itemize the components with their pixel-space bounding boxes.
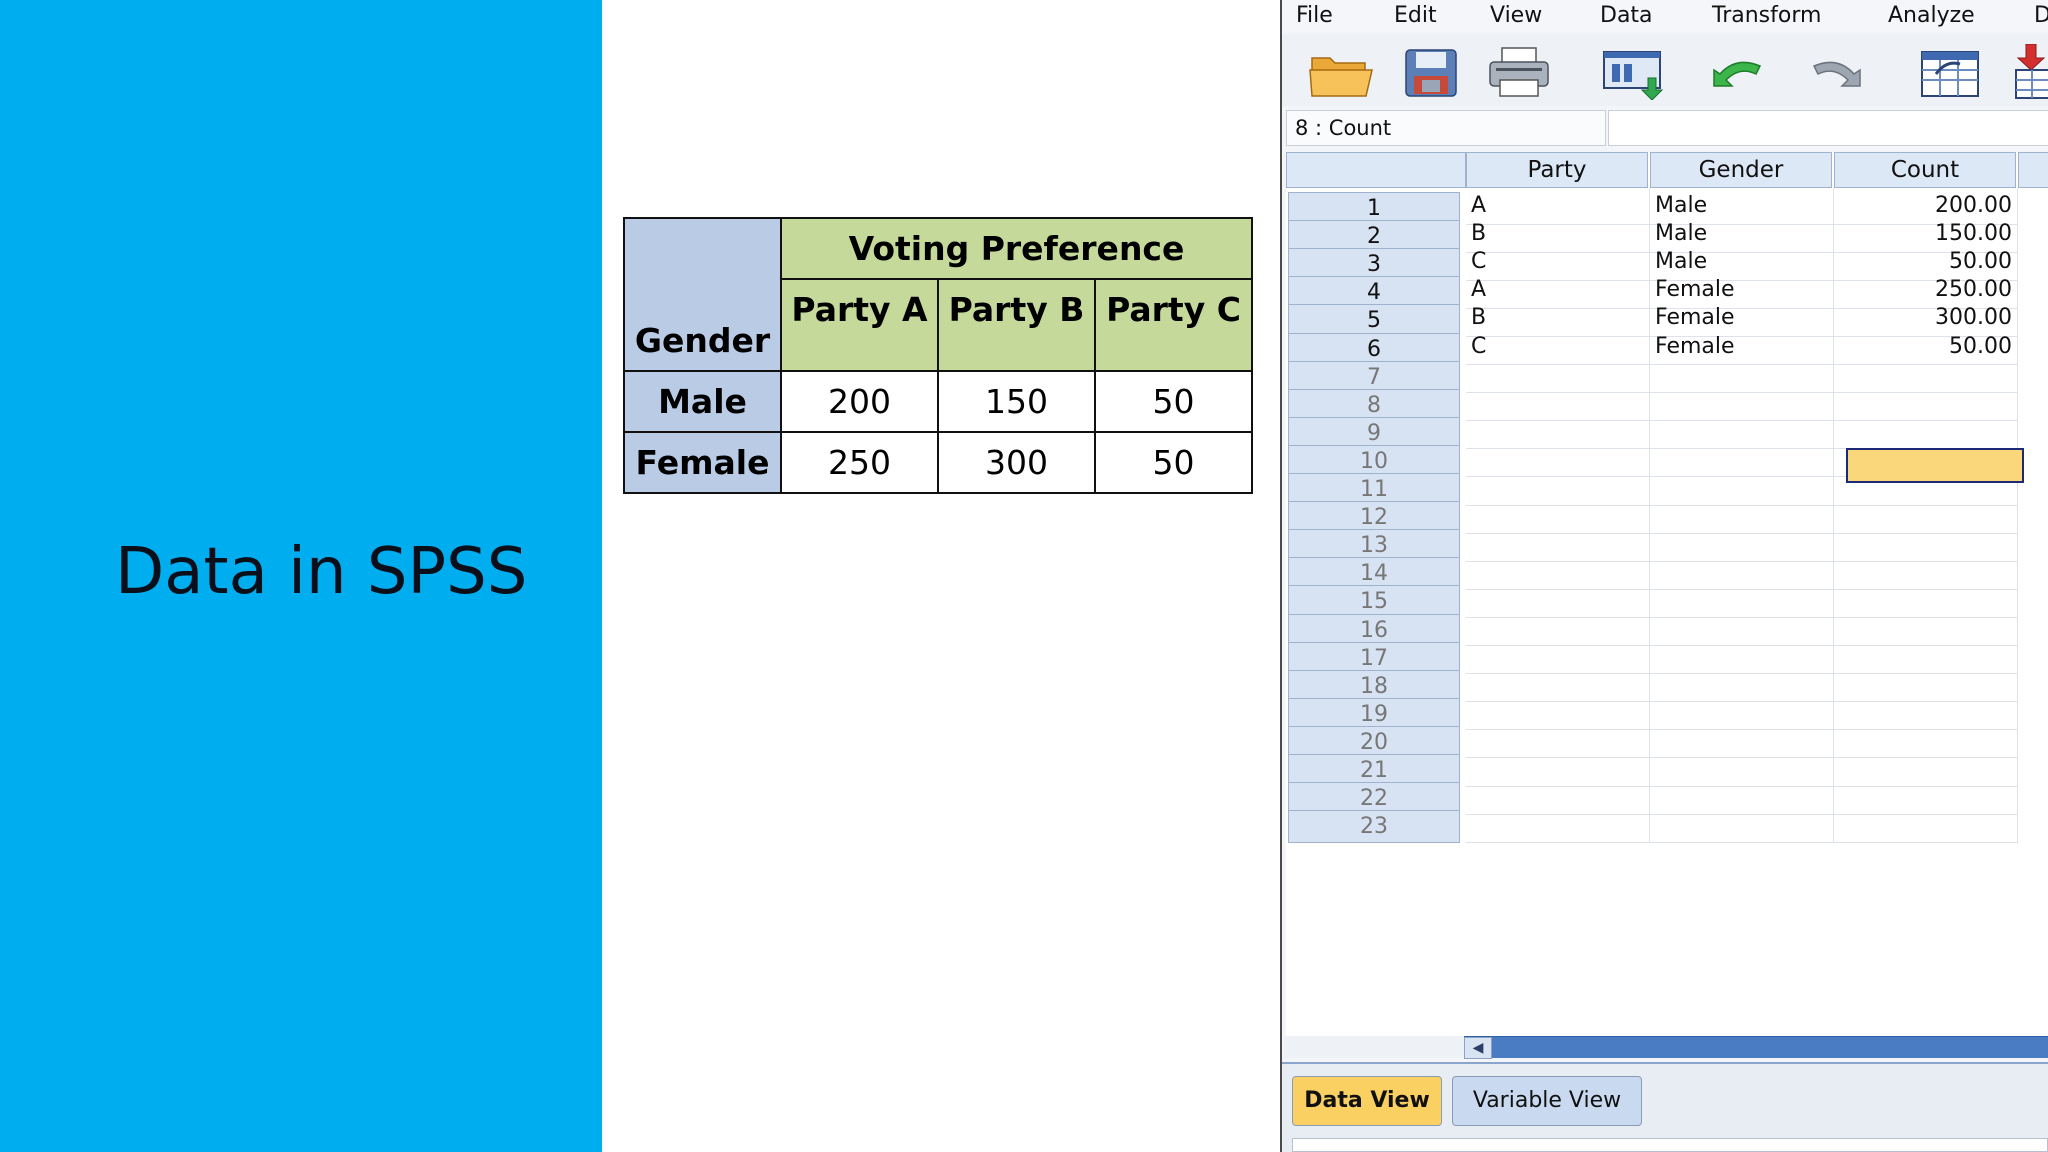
column-header-empty[interactable] — [2018, 152, 2048, 188]
table-cell: 200 — [780, 370, 939, 433]
column-header-party[interactable]: Party — [1466, 152, 1648, 188]
menu-edit[interactable]: Edit — [1394, 3, 1437, 28]
print-icon[interactable] — [1484, 44, 1556, 100]
menu-file[interactable]: File — [1296, 3, 1333, 28]
tab-variable-view[interactable]: Variable View — [1452, 1076, 1642, 1126]
column-header: Party C — [1094, 278, 1253, 372]
menu-view[interactable]: View — [1490, 3, 1542, 28]
slide-title: Data in SPSS — [115, 535, 528, 609]
undo-icon[interactable] — [1704, 44, 1776, 100]
insert-variable-icon[interactable] — [2008, 44, 2048, 100]
table-cell: 300 — [937, 431, 1096, 494]
menu-data[interactable]: Data — [1600, 3, 1653, 28]
toolbar — [1282, 34, 2048, 106]
table-cell: 50 — [1094, 431, 1253, 494]
status-bar — [1292, 1138, 2048, 1152]
cell-reference-box: 8 : Count — [1286, 110, 1606, 146]
goto-case-icon[interactable] — [1914, 44, 1986, 100]
table-row: Male 200 150 50 — [623, 370, 1253, 433]
menu-bar: File Edit View Data Transform Analyze D — [1282, 0, 2048, 32]
menu-direct-marketing[interactable]: D — [2034, 3, 2048, 28]
table-cell: 150 — [937, 370, 1096, 433]
row-label: Female — [623, 431, 782, 494]
row-header-label: Gender — [623, 217, 782, 372]
tab-data-view[interactable]: Data View — [1292, 1076, 1442, 1126]
table-cell: 50 — [1094, 370, 1253, 433]
column-header-gender[interactable]: Gender — [1650, 152, 1832, 188]
dialog-recall-icon[interactable] — [1598, 44, 1670, 100]
menu-transform[interactable]: Transform — [1712, 3, 1821, 28]
data-grid: Party Gender Count 1 A Male 200.00 2 B Male 150… — [1286, 152, 2048, 1036]
crosstab-table: Gender Voting Preference Party A Party B… — [623, 217, 1253, 494]
group-label: Voting Preference — [780, 217, 1253, 280]
column-header: Party B — [937, 278, 1096, 372]
table-cell: 250 — [780, 431, 939, 494]
selected-cell[interactable] — [1846, 448, 2024, 483]
table-row: Female 250 300 50 — [623, 431, 1253, 494]
scroll-left-arrow-icon[interactable]: ◀ — [1464, 1037, 1492, 1059]
data-cell[interactable] — [1834, 806, 2018, 843]
data-cell[interactable] — [1466, 806, 1650, 843]
title-panel: Data in SPSS — [0, 0, 602, 1152]
menu-analyze[interactable]: Analyze — [1888, 3, 1975, 28]
redo-icon[interactable] — [1798, 44, 1870, 100]
scroll-spacer — [1284, 1036, 1464, 1058]
row-label: Male — [623, 370, 782, 433]
horizontal-scrollbar[interactable]: ◀ — [1464, 1036, 2048, 1059]
grid-corner[interactable] — [1286, 152, 1466, 188]
spss-data-editor: File Edit View Data Transform Analyze D — [1280, 0, 2048, 1152]
save-icon[interactable] — [1396, 44, 1468, 100]
open-folder-icon[interactable] — [1306, 44, 1378, 100]
column-header-count[interactable]: Count — [1834, 152, 2016, 188]
cell-value-editor[interactable] — [1608, 110, 2048, 146]
column-header: Party A — [780, 278, 939, 372]
row-number[interactable]: 23 — [1288, 810, 1460, 844]
data-cell[interactable] — [1650, 806, 1834, 843]
